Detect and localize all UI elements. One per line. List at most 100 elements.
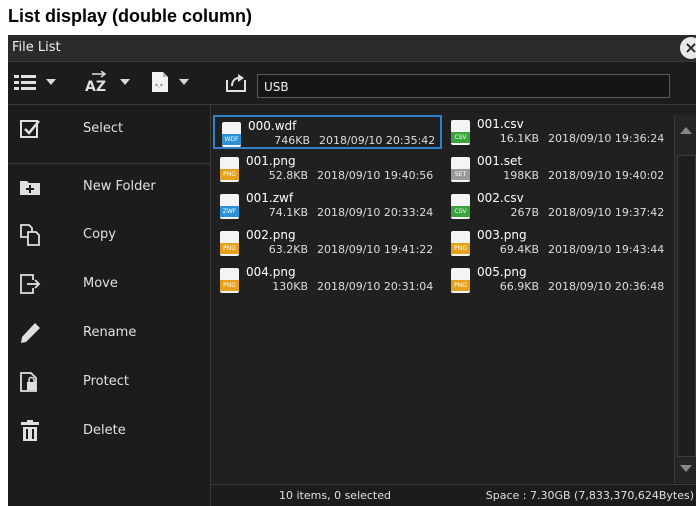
file-size: 130KB [272, 280, 308, 293]
protect-button[interactable]: Protect [8, 358, 210, 406]
svg-text:*.*: *.* [155, 83, 163, 90]
file-date: 2018/09/10 20:33:24 [317, 206, 434, 219]
file-size: 74.1KB [268, 206, 308, 219]
file-type-badge: CSV [451, 132, 470, 143]
delete-button[interactable]: Delete [8, 407, 210, 455]
file-name: 002.png [246, 228, 296, 242]
file-list-window: File List × AZ *.* USB Select New Folder… [8, 35, 696, 506]
file-type-icon: ZWF [220, 194, 239, 219]
file-date: 2018/09/10 19:37:42 [548, 206, 665, 219]
file-size: 63.2KB [268, 243, 308, 256]
free-space: Space : 7.30GB (7,833,370,624Bytes) [485, 489, 694, 502]
file-item[interactable]: PNG 004.png 130KB 2018/09/10 20:31:04 [213, 263, 442, 297]
file-item[interactable]: SET 001.set 198KB 2018/09/10 19:40:02 [444, 152, 673, 186]
file-item[interactable]: PNG 001.png 52.8KB 2018/09/10 19:40:56 [213, 152, 442, 186]
file-date: 2018/09/10 19:43:44 [548, 243, 665, 256]
file-type-badge: PNG [220, 243, 239, 254]
figure-caption: List display (double column) [8, 6, 253, 26]
sort-button[interactable]: AZ [84, 71, 130, 93]
vertical-scrollbar[interactable] [674, 115, 696, 483]
file-name: 001.zwf [246, 191, 294, 205]
file-filter-icon: *.* [152, 72, 168, 92]
file-name: 001.set [477, 154, 523, 168]
path-field[interactable]: USB [257, 74, 670, 98]
file-size: 267B [510, 206, 539, 219]
file-size: 16.1KB [499, 132, 539, 145]
file-item[interactable]: CSV 001.csv 16.1KB 2018/09/10 19:36:24 [444, 115, 673, 149]
file-name: 001.csv [477, 117, 524, 131]
file-item[interactable]: PNG 003.png 69.4KB 2018/09/10 19:43:44 [444, 226, 673, 260]
file-size: 198KB [503, 169, 539, 182]
file-type-button[interactable]: *.* [151, 71, 189, 93]
action-sidebar: Select New Folder Copy Move Rename Prote… [8, 105, 211, 506]
file-item[interactable]: PNG 002.png 63.2KB 2018/09/10 19:41:22 [213, 226, 442, 260]
scroll-thumb[interactable] [677, 155, 696, 457]
sort-label: AZ [85, 79, 106, 93]
file-type-badge: PNG [220, 280, 239, 291]
file-date: 2018/09/10 19:40:02 [548, 169, 665, 182]
chevron-down-icon [120, 79, 130, 85]
rename-button[interactable]: Rename [8, 309, 210, 357]
checkbox-icon [20, 120, 40, 138]
file-date: 2018/09/10 20:31:04 [317, 280, 434, 293]
file-item[interactable]: PNG 005.png 66.9KB 2018/09/10 20:36:48 [444, 263, 673, 297]
file-type-icon: PNG [220, 157, 239, 182]
title-bar: File List × [8, 35, 696, 62]
scroll-down-icon[interactable] [680, 465, 692, 472]
file-name: 001.png [246, 154, 296, 168]
lock-icon [20, 372, 37, 392]
file-date: 2018/09/10 20:35:42 [319, 134, 436, 147]
file-name: 004.png [246, 265, 296, 279]
file-type-icon: PNG [451, 268, 470, 293]
status-bar: 10 items, 0 selected Space : 7.30GB (7,8… [211, 484, 696, 506]
file-type-badge: ZWF [220, 206, 239, 217]
copy-label: Copy [83, 227, 116, 242]
pencil-icon [21, 323, 40, 343]
window-title: File List [12, 40, 61, 55]
trash-icon [21, 420, 39, 441]
file-item[interactable]: WDF 000.wdf 746KB 2018/09/10 20:35:42 [213, 115, 442, 149]
rename-label: Rename [83, 325, 137, 340]
file-type-badge: PNG [451, 280, 470, 291]
file-item[interactable]: CSV 002.csv 267B 2018/09/10 19:37:42 [444, 189, 673, 223]
protect-label: Protect [83, 374, 129, 389]
folder-up-icon [226, 74, 246, 92]
copy-button[interactable]: Copy [8, 211, 210, 259]
close-icon[interactable]: × [680, 37, 696, 59]
parent-folder-button[interactable] [226, 71, 246, 93]
file-type-badge: SET [451, 169, 470, 180]
file-size: 746KB [274, 134, 310, 147]
move-label: Move [83, 276, 118, 291]
file-type-badge: PNG [451, 243, 470, 254]
select-button[interactable]: Select [8, 105, 210, 153]
list-view-icon [14, 75, 36, 90]
file-type-icon: CSV [451, 194, 470, 219]
new-folder-button[interactable]: New Folder [8, 163, 210, 211]
file-type-icon: PNG [220, 231, 239, 256]
file-name: 002.csv [477, 191, 524, 205]
file-type-icon: WDF [222, 122, 241, 147]
selection-count: 10 items, 0 selected [279, 489, 391, 502]
view-mode-button[interactable] [14, 71, 56, 93]
move-button[interactable]: Move [8, 260, 210, 308]
file-type-badge: CSV [451, 206, 470, 217]
scroll-up-icon[interactable] [680, 127, 692, 134]
file-type-icon: CSV [451, 120, 470, 145]
sort-az-icon: AZ [85, 71, 107, 93]
select-label: Select [83, 121, 124, 136]
file-item[interactable]: ZWF 001.zwf 74.1KB 2018/09/10 20:33:24 [213, 189, 442, 223]
delete-label: Delete [83, 423, 126, 438]
copy-icon [20, 224, 40, 246]
file-name: 005.png [477, 265, 527, 279]
file-size: 69.4KB [499, 243, 539, 256]
file-type-badge: WDF [222, 134, 241, 145]
file-type-badge: PNG [220, 169, 239, 180]
chevron-down-icon [46, 79, 56, 85]
file-list: WDF 000.wdf 746KB 2018/09/10 20:35:42 CS… [211, 115, 673, 483]
file-date: 2018/09/10 19:36:24 [548, 132, 665, 145]
file-size: 66.9KB [499, 280, 539, 293]
toolbar: AZ *.* USB [8, 62, 696, 105]
file-type-icon: PNG [220, 268, 239, 293]
file-type-icon: PNG [451, 231, 470, 256]
chevron-down-icon [179, 79, 189, 85]
